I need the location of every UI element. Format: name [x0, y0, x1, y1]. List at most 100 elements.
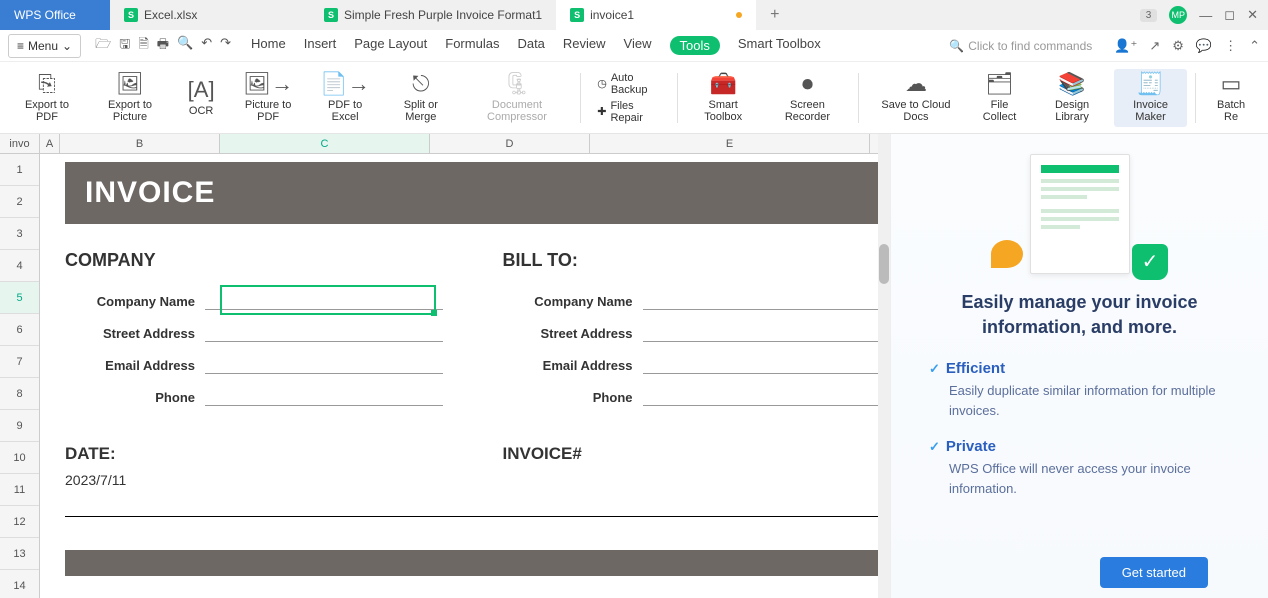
input-line[interactable]: [643, 388, 881, 406]
input-line[interactable]: [205, 356, 443, 374]
spreadsheet: invo A B C D E 1 2 3 4 5 6 7 8 9 10 11 1…: [0, 134, 890, 598]
export-to-pdf-button[interactable]: ⎘Export to PDF: [10, 69, 84, 127]
row-header[interactable]: 4: [0, 250, 39, 282]
tab-insert[interactable]: Insert: [304, 36, 337, 55]
row-header[interactable]: 9: [0, 410, 39, 442]
field-email-address: Email Address: [65, 358, 195, 373]
open-icon[interactable]: 🗁: [95, 35, 111, 57]
tab-tools[interactable]: Tools: [670, 36, 720, 55]
scrollbar-thumb[interactable]: [879, 244, 889, 284]
sheet-content[interactable]: INVOICE COMPANY Company Name Street Addr…: [40, 154, 890, 598]
input-line[interactable]: [643, 324, 881, 342]
save-as-icon[interactable]: 🗎: [138, 35, 148, 57]
batch-button[interactable]: ▭Batch Re: [1204, 69, 1258, 127]
row-header[interactable]: 13: [0, 538, 39, 570]
auto-backup-button[interactable]: ◷Auto Backup: [597, 72, 661, 96]
col-header-c[interactable]: C: [220, 134, 430, 153]
share-icon[interactable]: ↗: [1149, 38, 1160, 54]
tab-home[interactable]: Home: [251, 36, 286, 55]
invoice-maker-button[interactable]: 🧾Invoice Maker: [1114, 69, 1187, 127]
screen-recorder-button[interactable]: ⏺Screen Recorder: [765, 69, 851, 127]
doc-tab-1[interactable]: Excel.xlsx: [110, 0, 310, 30]
pdf-to-excel-button[interactable]: 📄→PDF to Excel: [310, 69, 380, 127]
export-to-picture-button[interactable]: 🖼Export to Picture: [88, 69, 172, 127]
picture-to-pdf-button[interactable]: 🖼→Picture to PDF: [230, 69, 306, 127]
panel-headline: Easily manage your invoice information, …: [911, 290, 1248, 340]
row-header[interactable]: 5: [0, 282, 39, 314]
smart-toolbox-button[interactable]: 🧰Smart Toolbox: [686, 69, 761, 127]
ocr-icon: [A]: [188, 79, 215, 101]
row-header[interactable]: 12: [0, 506, 39, 538]
settings-icon[interactable]: ⚙: [1172, 38, 1184, 54]
chat-icon[interactable]: 💬: [1196, 38, 1212, 54]
avatar[interactable]: MP: [1169, 6, 1187, 24]
print-preview-icon[interactable]: 🔍: [177, 35, 193, 57]
command-search[interactable]: 🔍Click to find commands: [949, 39, 1092, 53]
shield-check-icon: [1132, 244, 1168, 280]
field-company-name: Company Name: [65, 294, 195, 309]
redo-icon[interactable]: ↷: [220, 35, 231, 57]
row-header[interactable]: 1: [0, 154, 39, 186]
collapse-ribbon-icon[interactable]: ⌃: [1249, 38, 1260, 54]
save-icon[interactable]: 🖫: [119, 35, 130, 57]
feature-desc: Easily duplicate similar information for…: [929, 381, 1248, 420]
tab-formulas[interactable]: Formulas: [445, 36, 499, 55]
feature-title: Efficient: [929, 360, 1248, 377]
doc-tab-2[interactable]: Simple Fresh Purple Invoice Format1: [310, 0, 556, 30]
compress-icon: 🗜: [503, 73, 531, 95]
row-header[interactable]: 3: [0, 218, 39, 250]
input-line[interactable]: [205, 324, 443, 342]
get-started-button[interactable]: Get started: [1100, 557, 1208, 588]
files-repair-button[interactable]: ✚Files Repair: [597, 100, 661, 124]
date-label: DATE:: [65, 444, 443, 464]
selected-cell[interactable]: [220, 285, 436, 315]
tab-review[interactable]: Review: [563, 36, 606, 55]
print-icon[interactable]: 🖶: [157, 35, 169, 57]
col-header-d[interactable]: D: [430, 134, 590, 153]
user-icon[interactable]: 👤⁺: [1114, 38, 1137, 54]
window-count-badge[interactable]: 3: [1140, 9, 1158, 22]
input-line[interactable]: [643, 356, 881, 374]
row-header[interactable]: 8: [0, 378, 39, 410]
input-line[interactable]: [205, 388, 443, 406]
ribbon-divider: [1195, 73, 1196, 123]
company-header: COMPANY: [65, 250, 443, 271]
col-header-a[interactable]: A: [40, 134, 60, 153]
tab-page-layout[interactable]: Page Layout: [354, 36, 427, 55]
window-controls: 3 MP — ◻ ✕: [1130, 6, 1268, 24]
minimize-icon[interactable]: —: [1199, 8, 1212, 23]
tab-view[interactable]: View: [624, 36, 652, 55]
column-headers: invo A B C D E: [0, 134, 890, 154]
brand-tab[interactable]: WPS Office: [0, 0, 110, 30]
row-header[interactable]: 11: [0, 474, 39, 506]
save-to-cloud-button[interactable]: ☁Save to Cloud Docs: [867, 69, 965, 127]
row-header[interactable]: 7: [0, 346, 39, 378]
new-tab-button[interactable]: +: [756, 0, 793, 30]
company-block: COMPANY Company Name Street Address Emai…: [65, 250, 443, 413]
tab-smart-toolbox[interactable]: Smart Toolbox: [738, 36, 821, 55]
split-or-merge-button[interactable]: ⎋Split or Merge: [384, 69, 457, 127]
undo-icon[interactable]: ↶: [201, 35, 212, 57]
name-box[interactable]: invo: [0, 134, 40, 153]
row-header[interactable]: 10: [0, 442, 39, 474]
ocr-button[interactable]: [A]OCR: [176, 75, 226, 121]
row-header[interactable]: 6: [0, 314, 39, 346]
file-collect-button[interactable]: 🗂File Collect: [969, 69, 1031, 127]
doc-tab-3[interactable]: invoice1: [556, 0, 756, 30]
tab-data[interactable]: Data: [517, 36, 544, 55]
invoice-title: INVOICE: [85, 176, 215, 210]
col-header-b[interactable]: B: [60, 134, 220, 153]
vertical-scrollbar[interactable]: [878, 134, 890, 598]
pdf-icon: ⎘: [38, 73, 56, 95]
row-header[interactable]: 2: [0, 186, 39, 218]
more-icon[interactable]: ⋮: [1224, 38, 1237, 54]
maximize-icon[interactable]: ◻: [1224, 7, 1235, 23]
menu-button[interactable]: ≡ Menu ⌄: [8, 34, 81, 58]
design-library-button[interactable]: 📚Design Library: [1034, 69, 1109, 127]
row-header[interactable]: 14: [0, 570, 39, 598]
tab-label: Simple Fresh Purple Invoice Format1: [344, 8, 542, 22]
spreadsheet-icon: [324, 8, 338, 22]
input-line[interactable]: [643, 292, 881, 310]
close-icon[interactable]: ✕: [1247, 7, 1258, 23]
col-header-e[interactable]: E: [590, 134, 870, 153]
